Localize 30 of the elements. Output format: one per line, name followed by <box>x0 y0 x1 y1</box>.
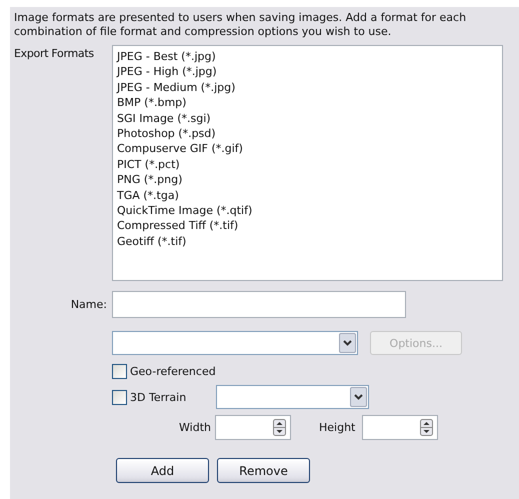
list-item[interactable]: JPEG - Medium (*.jpg) <box>117 80 236 96</box>
name-field[interactable] <box>112 291 406 318</box>
action-button[interactable]: Remove <box>217 458 310 483</box>
action-button[interactable]: Add <box>116 458 209 483</box>
format-list[interactable] <box>112 45 503 281</box>
checkbox[interactable] <box>112 364 127 379</box>
list-item[interactable]: PNG (*.png) <box>117 172 182 188</box>
spinner-arrows-icon[interactable] <box>273 419 286 436</box>
list-item[interactable]: JPEG - High (*.jpg) <box>117 64 217 80</box>
checkbox-label: 3D Terrain <box>130 390 186 404</box>
list-item[interactable]: QuickTime Image (*.qtif) <box>117 203 252 218</box>
field-label: Width <box>178 421 212 434</box>
field-label: Export Formats <box>14 46 95 60</box>
list-item[interactable]: BMP (*.bmp) <box>117 95 186 111</box>
description-text: Image formats are presented to users when saving images. Add a format for each combination of file format and compression options you wish to use. <box>14 11 468 39</box>
spinner-field[interactable] <box>362 415 438 440</box>
list-item[interactable]: Compuserve GIF (*.gif) <box>117 141 243 157</box>
list-item[interactable]: PICT (*.pct) <box>117 156 180 172</box>
field-label: Height <box>319 421 356 434</box>
list-item[interactable]: TGA (*.tga) <box>117 188 179 204</box>
list-item[interactable]: SGI Image (*.sgi) <box>117 110 211 126</box>
checkbox[interactable] <box>112 390 127 404</box>
spinner-arrows-icon[interactable] <box>420 419 434 436</box>
list-item[interactable]: Compressed Tiff (*.tif) <box>117 218 238 234</box>
spinner-field[interactable] <box>215 415 291 440</box>
checkbox-label: Geo-referenced <box>130 365 216 378</box>
field-label: Name: <box>70 298 108 311</box>
list-item[interactable]: JPEG - Best (*.jpg) <box>117 49 216 64</box>
list-item[interactable]: Geotiff (*.tif) <box>117 234 186 250</box>
list-item[interactable]: Photoshop (*.psd) <box>117 126 216 142</box>
